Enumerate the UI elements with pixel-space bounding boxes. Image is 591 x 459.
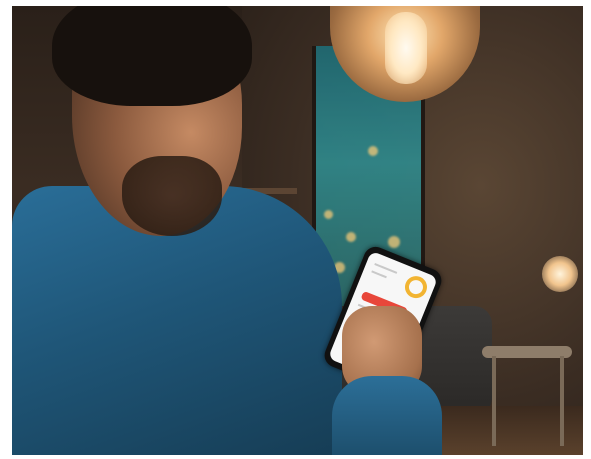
bokeh-light — [368, 146, 378, 156]
man-hair — [52, 6, 252, 106]
bokeh-light — [346, 232, 356, 242]
man-beard — [122, 156, 222, 236]
table-leg — [560, 356, 564, 446]
screen-text-line — [371, 270, 387, 279]
arm — [332, 376, 442, 455]
bokeh-light — [324, 210, 333, 219]
table-lamp — [542, 256, 578, 292]
bokeh-light — [388, 236, 400, 248]
table-leg — [492, 356, 496, 446]
progress-ring-icon — [401, 272, 431, 302]
lamp-bulb — [385, 12, 427, 84]
photo — [12, 6, 583, 455]
